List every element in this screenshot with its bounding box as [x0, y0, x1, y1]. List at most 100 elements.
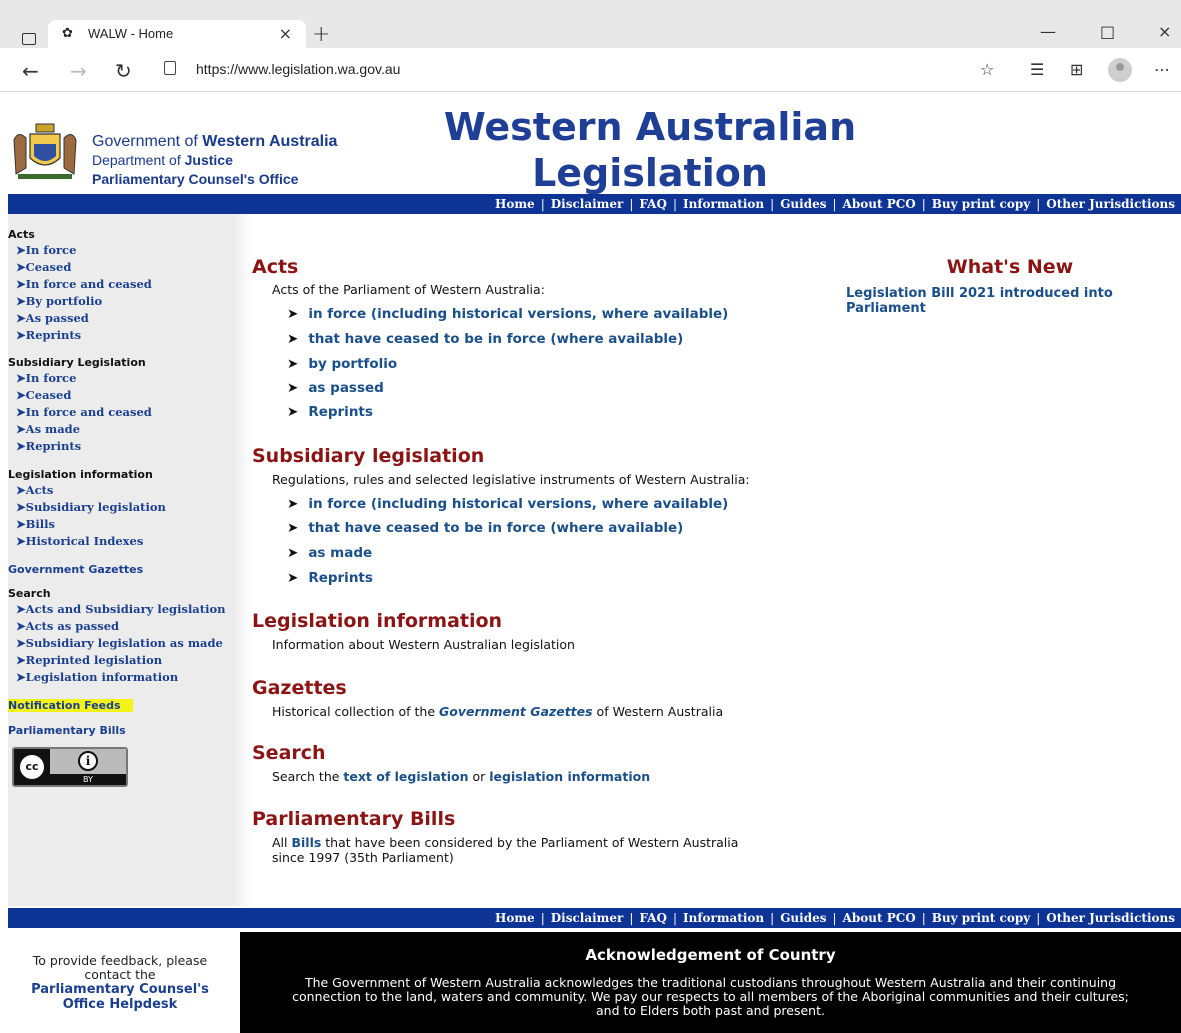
sidebar-search-reprinted[interactable]: ➤Reprinted legislation — [16, 653, 162, 667]
sidebar-search-info[interactable]: ➤Legislation information — [16, 670, 178, 684]
section-title-bills: Parliamentary Bills — [252, 808, 456, 830]
back-icon[interactable]: ← — [22, 59, 39, 83]
sidebar-parliamentary-bills[interactable]: Parliamentary Bills — [8, 724, 126, 737]
browser-tab-bar: ✿ WALW - Home × + — □ × — [0, 0, 1181, 48]
favorites-icon[interactable]: ☰ — [1030, 60, 1044, 79]
gov-line-1: Government of Western Australia — [92, 133, 338, 150]
acts-link-by-portfolio[interactable]: ➤ by portfolio — [287, 356, 397, 372]
sub-link-as-made[interactable]: ➤ as made — [287, 545, 372, 561]
nav-separator: | — [832, 911, 837, 925]
section-desc-bills-1: All Bills that have been considered by t… — [272, 835, 739, 850]
minimize-icon[interactable]: — — [1040, 22, 1056, 41]
nav-link-about-pco[interactable]: About PCO — [843, 911, 916, 925]
tab-actions-icon[interactable] — [22, 33, 36, 45]
nav-link-other-jurisdictions[interactable]: Other Jurisdictions — [1046, 911, 1175, 925]
sidebar-sub-in-force[interactable]: ➤In force — [16, 371, 76, 385]
sidebar-acts-as-passed[interactable]: ➤As passed — [16, 311, 89, 325]
sub-link-in-force[interactable]: ➤ in force (including historical versions… — [287, 496, 728, 512]
sidebar-search-acts-passed[interactable]: ➤Acts as passed — [16, 619, 119, 633]
acts-link-in-force[interactable]: ➤ in force (including historical versions… — [287, 306, 728, 322]
arrow-icon: ➤ — [287, 404, 299, 420]
acts-link-as-passed[interactable]: ➤ as passed — [287, 380, 384, 396]
nav-separator: | — [1036, 911, 1041, 925]
ack-body: The Government of Western Australia ackn… — [292, 975, 1129, 1018]
cc-by-label: BY — [50, 774, 126, 785]
section-desc-acts: Acts of the Parliament of Western Austra… — [272, 282, 545, 297]
whats-new-item[interactable]: Legislation Bill 2021 introduced into Pa… — [846, 286, 1146, 316]
acts-link-reprints[interactable]: ➤ Reprints — [287, 404, 373, 420]
lock-icon[interactable] — [164, 61, 176, 75]
nav-separator: | — [1036, 197, 1041, 211]
arrow-icon: ➤ — [287, 306, 299, 322]
bills-link[interactable]: Bills — [291, 835, 321, 850]
sidebar-gazettes[interactable]: Government Gazettes — [8, 563, 143, 576]
collections-icon[interactable]: ⊞ — [1070, 60, 1083, 79]
nav-link-guides[interactable]: Guides — [780, 197, 826, 211]
sidebar-sub-reprints[interactable]: ➤Reprints — [16, 439, 81, 453]
nav-link-disclaimer[interactable]: Disclaimer — [551, 911, 624, 925]
sidebar-sub-ceased[interactable]: ➤Ceased — [16, 388, 71, 402]
nav-link-home[interactable]: Home — [495, 911, 535, 925]
sidebar-info-historical[interactable]: ➤Historical Indexes — [16, 534, 143, 548]
sidebar-acts-by-portfolio[interactable]: ➤By portfolio — [16, 294, 102, 308]
site-title[interactable]: Western Australian Legislation — [430, 104, 870, 196]
maximize-icon[interactable]: □ — [1100, 22, 1115, 41]
nav-link-faq[interactable]: FAQ — [639, 911, 667, 925]
sidebar-info-subsidiary[interactable]: ➤Subsidiary legislation — [16, 500, 166, 514]
profile-avatar[interactable] — [1108, 58, 1132, 82]
nav-link-disclaimer[interactable]: Disclaimer — [551, 197, 624, 211]
nav-link-other-jurisdictions[interactable]: Other Jurisdictions — [1046, 197, 1175, 211]
arrow-icon: ➤ — [287, 380, 299, 396]
sidebar-head-info: Legislation information — [8, 468, 153, 481]
more-menu-icon[interactable]: ⋯ — [1154, 60, 1170, 79]
add-favorite-icon[interactable]: ☆ — [980, 60, 994, 79]
sidebar-acts-reprints[interactable]: ➤Reprints — [16, 328, 81, 342]
close-window-icon[interactable]: × — [1158, 22, 1171, 41]
helpdesk-link-2[interactable]: Office Helpdesk — [0, 997, 240, 1012]
gazettes-link[interactable]: Government Gazettes — [439, 704, 593, 719]
sidebar-search-acts-subsidiary[interactable]: ➤Acts and Subsidiary legislation — [16, 602, 225, 616]
feedback-block: To provide feedback, please contact the … — [0, 932, 240, 1033]
sub-link-ceased[interactable]: ➤ that have ceased to be in force (where … — [287, 520, 683, 536]
close-tab-icon[interactable]: × — [279, 24, 292, 43]
url-text[interactable]: https://www.legislation.wa.gov.au — [196, 61, 400, 77]
url-field[interactable]: https://www.legislation.wa.gov.au — [150, 55, 970, 85]
acts-link-ceased[interactable]: ➤ that have ceased to be in force (where … — [287, 331, 683, 347]
nav-link-information[interactable]: Information — [683, 197, 764, 211]
sidebar-search-subsidiary-made[interactable]: ➤Subsidiary legislation as made — [16, 636, 223, 650]
gov-line-2: Department of Justice — [92, 152, 233, 168]
section-title-info[interactable]: Legislation information — [252, 610, 502, 632]
sidebar-notification-feeds[interactable]: Notification Feeds — [8, 699, 133, 712]
nav-link-faq[interactable]: FAQ — [639, 197, 667, 211]
nav-separator: | — [921, 197, 926, 211]
sub-link-reprints[interactable]: ➤ Reprints — [287, 570, 373, 586]
arrow-icon: ➤ — [287, 356, 299, 372]
legislation-information-link[interactable]: legislation information — [489, 769, 650, 784]
text-of-legislation-link[interactable]: text of legislation — [343, 769, 468, 784]
sidebar-sub-as-made[interactable]: ➤As made — [16, 422, 80, 436]
sidebar-acts-in-force[interactable]: ➤In force — [16, 243, 76, 257]
helpdesk-link-1[interactable]: Parliamentary Counsel's — [0, 982, 240, 997]
forward-icon[interactable]: → — [70, 59, 87, 83]
new-tab-icon[interactable]: + — [312, 22, 330, 47]
browser-tab[interactable]: ✿ WALW - Home × — [48, 20, 306, 48]
section-desc-gazettes: Historical collection of the Government … — [272, 704, 724, 719]
sidebar-info-bills[interactable]: ➤Bills — [16, 517, 55, 531]
nav-link-home[interactable]: Home — [495, 197, 535, 211]
refresh-icon[interactable]: ↻ — [115, 59, 132, 83]
nav-link-guides[interactable]: Guides — [780, 911, 826, 925]
sidebar-sub-in-force-ceased[interactable]: ➤In force and ceased — [16, 405, 152, 419]
creative-commons-badge[interactable]: cc i BY — [12, 747, 128, 787]
nav-link-buy-print-copy[interactable]: Buy print copy — [932, 197, 1030, 211]
nav-link-buy-print-copy[interactable]: Buy print copy — [932, 911, 1030, 925]
sidebar-head-search: Search — [8, 587, 51, 600]
sidebar-acts-in-force-ceased[interactable]: ➤In force and ceased — [16, 277, 152, 291]
sidebar-acts-ceased[interactable]: ➤Ceased — [16, 260, 71, 274]
sidebar-head-acts: Acts — [8, 228, 35, 241]
section-title-search: Search — [252, 742, 326, 764]
nav-separator: | — [629, 197, 634, 211]
section-desc-subsidiary: Regulations, rules and selected legislat… — [272, 472, 750, 487]
nav-link-information[interactable]: Information — [683, 911, 764, 925]
nav-link-about-pco[interactable]: About PCO — [843, 197, 916, 211]
sidebar-info-acts[interactable]: ➤Acts — [16, 483, 53, 497]
